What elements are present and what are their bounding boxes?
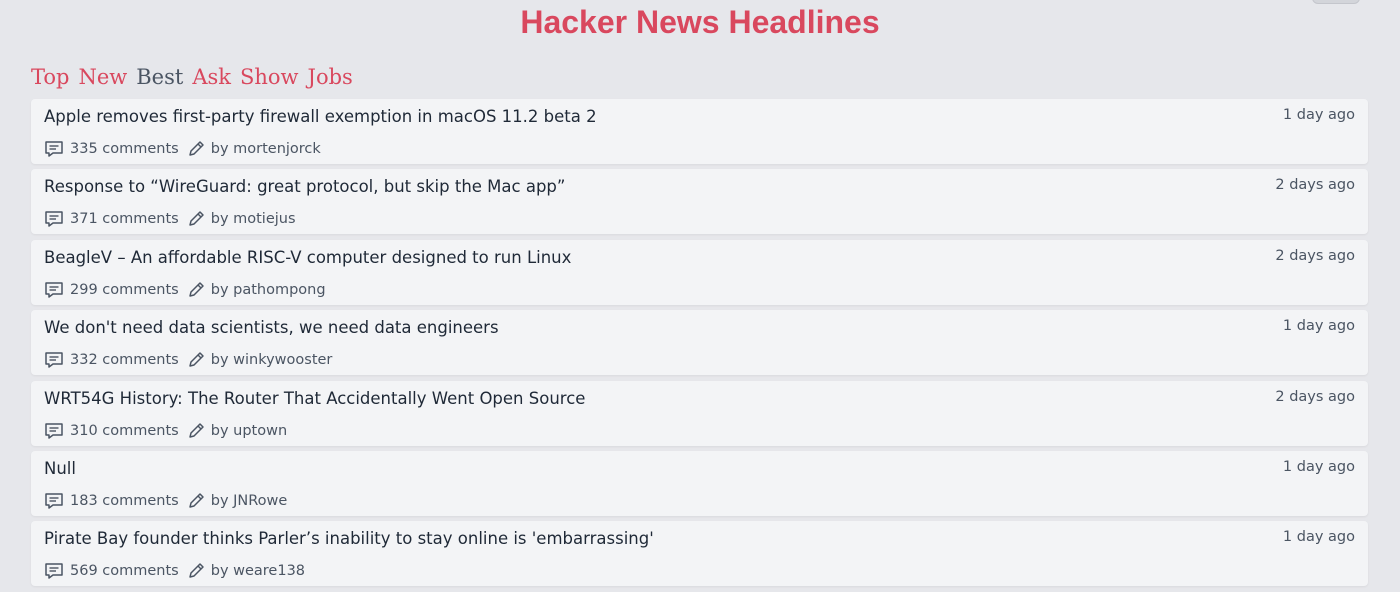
nav-ask[interactable]: Ask — [192, 65, 231, 89]
nav-new[interactable]: New — [78, 65, 127, 89]
comment-bubble-icon — [45, 563, 63, 580]
story-card: Null 1 day ago 183 comments by JNRowe — [31, 450, 1368, 516]
nav-show[interactable]: Show — [240, 65, 299, 89]
story-author: by weare138 — [210, 563, 306, 580]
story-time: 1 day ago — [1282, 458, 1355, 475]
story-meta: 332 comments by winkywooster — [44, 351, 332, 369]
story-meta: 569 comments by weare138 — [44, 562, 305, 580]
story-meta: 299 comments by pathompong — [44, 281, 326, 299]
story-card: Pirate Bay founder thinks Parler’s inabi… — [31, 521, 1368, 587]
pencil-icon — [188, 211, 204, 227]
story-meta: 335 comments by mortenjorck — [44, 140, 321, 158]
story-title[interactable]: Response to “WireGuard: great protocol, … — [44, 177, 565, 196]
story-card: Apple removes first-party firewall exemp… — [31, 99, 1368, 164]
comment-bubble-icon — [45, 211, 63, 228]
story-meta: 310 comments by uptown — [44, 422, 287, 440]
comment-bubble-icon — [45, 352, 63, 368]
story-time: 1 day ago — [1282, 318, 1355, 335]
comments-link[interactable]: 183 comments — [70, 493, 179, 509]
pencil-icon — [188, 493, 204, 508]
story-title[interactable]: WRT54G History: The Router That Accident… — [44, 389, 585, 408]
story-title[interactable]: Null — [44, 459, 76, 478]
story-author: by uptown — [210, 422, 288, 439]
story-list: Apple removes first-party firewall exemp… — [31, 99, 1368, 592]
story-time: 1 day ago — [1282, 107, 1355, 123]
story-meta: 183 comments by JNRowe — [44, 492, 287, 510]
category-nav: Top New Best Ask Show Jobs — [31, 65, 353, 89]
story-meta: 371 comments by motiejus — [44, 210, 296, 228]
comment-bubble-icon — [45, 141, 63, 157]
comments-link[interactable]: 371 comments — [70, 211, 179, 227]
story-author: by pathompong — [210, 281, 326, 298]
comments-link[interactable]: 569 comments — [70, 563, 179, 579]
story-time: 2 days ago — [1275, 177, 1355, 194]
story-time: 2 days ago — [1275, 388, 1355, 405]
page-title: Hacker News Headlines — [520, 4, 880, 40]
comments-link[interactable]: 335 comments — [70, 141, 179, 157]
story-author: by mortenjorck — [210, 141, 321, 157]
comment-bubble-icon — [45, 282, 63, 298]
comments-link[interactable]: 310 comments — [70, 423, 179, 439]
story-card: Response to “WireGuard: great protocol, … — [31, 169, 1368, 235]
pencil-icon — [188, 282, 204, 297]
pencil-icon — [188, 422, 204, 438]
story-card: BeagleV – An affordable RISC-V computer … — [31, 239, 1368, 305]
story-title[interactable]: Apple removes first-party firewall exemp… — [44, 107, 597, 126]
story-author: by motiejus — [210, 211, 296, 228]
nav-jobs[interactable]: Jobs — [308, 65, 353, 89]
story-time: 2 days ago — [1275, 247, 1355, 264]
pencil-icon — [188, 352, 204, 367]
pencil-icon — [188, 563, 204, 579]
story-author: by winkywooster — [210, 352, 333, 369]
story-title[interactable]: We don't need data scientists, we need d… — [44, 318, 499, 337]
comment-bubble-icon — [45, 422, 63, 439]
comments-link[interactable]: 332 comments — [70, 352, 179, 368]
comment-bubble-icon — [45, 493, 63, 509]
story-time: 1 day ago — [1282, 529, 1355, 546]
nav-top[interactable]: Top — [31, 65, 69, 89]
story-card: WRT54G History: The Router That Accident… — [31, 380, 1368, 446]
nav-best[interactable]: Best — [136, 65, 183, 89]
story-card: We don't need data scientists, we need d… — [31, 310, 1368, 376]
pencil-icon — [188, 141, 204, 156]
comments-link[interactable]: 299 comments — [70, 282, 179, 298]
story-title[interactable]: BeagleV – An affordable RISC-V computer … — [44, 248, 571, 267]
story-author: by JNRowe — [210, 492, 288, 509]
story-title[interactable]: Pirate Bay founder thinks Parler’s inabi… — [44, 529, 654, 548]
